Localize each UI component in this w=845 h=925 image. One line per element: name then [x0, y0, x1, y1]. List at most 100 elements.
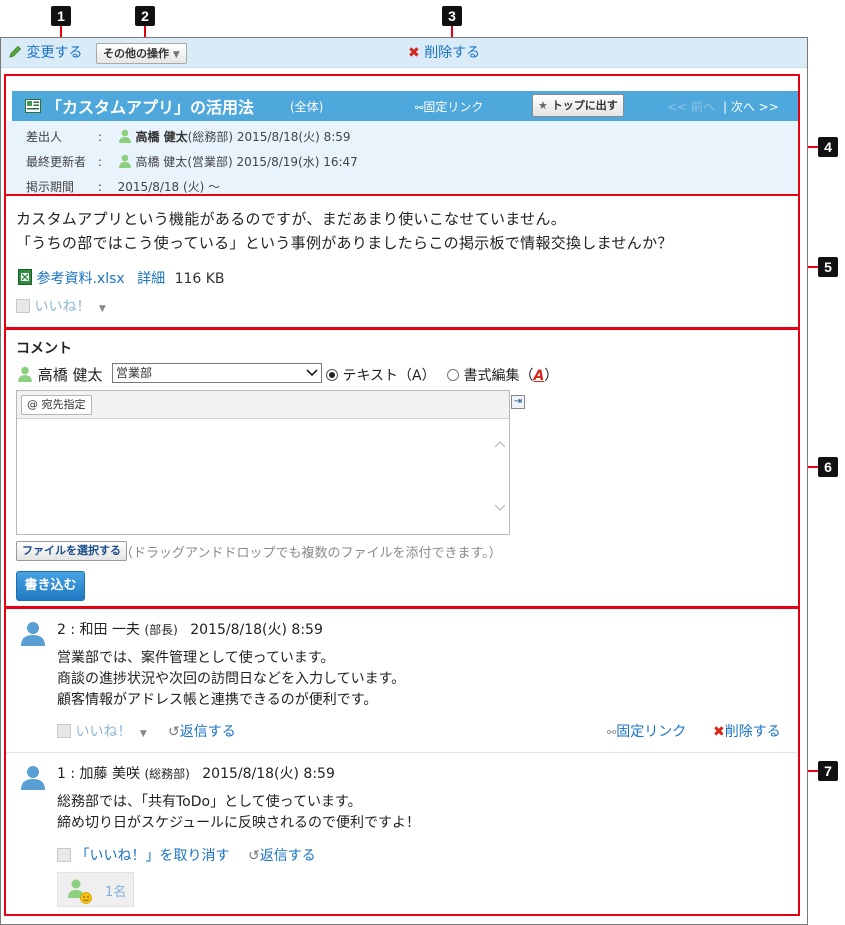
period-label: 掲示期間	[26, 180, 75, 194]
attachment-detail-link[interactable]: 詳細	[137, 271, 165, 287]
reply-label: 返信する	[259, 848, 316, 864]
sender-label: 差出人	[26, 130, 63, 144]
user-icon	[18, 366, 32, 382]
sender-name[interactable]: 高橋 健太	[135, 130, 187, 144]
colon: :	[97, 180, 102, 194]
message-body-line: 「うちの部ではこう使っている」という事例がありましたらこの掲示板で情報交換しませ…	[16, 234, 673, 252]
chevron-down-icon	[306, 369, 318, 377]
scroll-down-icon	[494, 504, 506, 511]
delete-label: 削除する	[424, 45, 481, 61]
comment-reply-button[interactable]: ↺返信する	[168, 721, 236, 741]
comment-divider	[6, 752, 797, 753]
file-drop-hint: （ドラッグアンドドロップでも複数のファイルを添付できます。）	[120, 546, 502, 561]
comment-date: 2015/8/18(火) 8:59	[190, 622, 323, 638]
callout-4: 4	[818, 137, 838, 157]
like-user-icon	[57, 848, 71, 862]
permalink-link[interactable]: ⚯固定リンク	[415, 98, 483, 115]
pin-top-button[interactable]: ★ トップに出す	[532, 94, 624, 117]
comment-line: 顧客情報がアドレス帳と連携できるのが便利です。	[57, 692, 378, 708]
updater-label: 最終更新者	[26, 155, 87, 169]
other-ops-button[interactable]: その他の操作 ▼	[96, 43, 187, 64]
comment-header: 2 : 和田 一夫 (部長) 2015/8/18(火) 8:59	[57, 619, 323, 639]
mode-text-radio[interactable]: テキスト（A）	[326, 365, 436, 385]
sender-org: (総務部)	[187, 130, 234, 144]
submit-comment-button[interactable]: 書き込む	[16, 571, 85, 601]
callout-7: 7	[818, 761, 838, 781]
like-count-box[interactable]: 1名	[57, 872, 134, 907]
mode-rich-label: 書式編集（	[463, 368, 534, 384]
prev-link: << 前へ	[667, 100, 715, 114]
comment-role: (総務部)	[144, 767, 190, 781]
callout-6: 6	[818, 457, 838, 477]
like-dropdown-icon[interactable]: ▼	[140, 729, 147, 739]
colon: :	[97, 130, 102, 144]
comment-reply-button[interactable]: ↺返信する	[248, 845, 316, 865]
comment-role: (部長)	[144, 623, 178, 637]
radio-checked-icon	[326, 369, 338, 381]
updater-date: 2015/8/19(水) 16:47	[236, 155, 358, 169]
comment-author-row: 高橋 健太	[17, 364, 103, 385]
excel-file-icon	[18, 269, 32, 285]
textarea-scrollbar[interactable]	[493, 427, 507, 521]
comment-author-name: 高橋 健太	[37, 366, 103, 384]
comment-heading: コメント	[16, 341, 72, 357]
dropdown-arrow-icon: ▼	[172, 50, 180, 60]
unlike-button[interactable]: 「いいね！」を取り消す	[75, 848, 229, 864]
user-icon	[118, 154, 131, 168]
file-select-button[interactable]: ファイルを選択する	[16, 541, 127, 561]
bulletin-icon	[25, 99, 41, 113]
callout-3: 3	[442, 6, 462, 26]
reply-icon: ↺	[248, 848, 260, 864]
comment-like-button[interactable]: いいね！	[75, 724, 131, 740]
org-select[interactable]: 営業部	[112, 363, 322, 383]
comment-like: いいね！ ▼	[57, 721, 147, 741]
liked-user-icon	[68, 879, 92, 904]
message-title-bar: 「カスタムアプリ」の活用法 (全体) ⚯固定リンク ★ トップに出す << 前へ…	[12, 91, 798, 121]
delete-button[interactable]: ✖ 削除する	[408, 38, 480, 68]
comment-editor-toolbar: @ 宛先指定	[17, 391, 509, 419]
rich-format-icon: A	[533, 368, 545, 384]
comment-textarea[interactable]: @ 宛先指定	[16, 390, 510, 535]
delete-label: 削除する	[724, 724, 781, 740]
colon: :	[97, 155, 102, 169]
mention-button[interactable]: @ 宛先指定	[21, 395, 92, 415]
comment-unlike: 「いいね！」を取り消す	[57, 845, 229, 865]
updater-name[interactable]: 高橋 健太	[135, 155, 187, 169]
comment-header: 1 : 加藤 美咲 (総務部) 2015/8/18(火) 8:59	[57, 763, 335, 783]
comment-body: 総務部では、「共有ToDo」として使っています。 締め切り日がスケジュールに反映…	[57, 792, 420, 834]
attachment-row: 参考資料.xlsx 詳細 116 KB	[18, 268, 225, 288]
link-chain-icon: ⚯	[607, 726, 617, 739]
updater-org: (営業部)	[187, 155, 233, 169]
comment-date: 2015/8/18(火) 8:59	[202, 766, 335, 782]
permalink-label: 固定リンク	[616, 724, 687, 740]
expand-editor-icon[interactable]: ⇥	[511, 395, 525, 409]
callout-5: 5	[818, 257, 838, 277]
mode-text-label: テキスト（A）	[342, 368, 436, 384]
message-title: 「カスタムアプリ」の活用法	[46, 98, 255, 117]
comment-line: 締め切り日がスケジュールに反映されるので便利ですよ！	[57, 815, 421, 831]
reply-icon: ↺	[168, 724, 180, 740]
comment-delete-button[interactable]: ✖削除する	[713, 721, 781, 741]
like-dropdown-icon[interactable]: ▼	[99, 304, 106, 314]
edit-label: 変更する	[26, 45, 83, 61]
comment-body: 営業部では、案件管理として使っています。 商談の進捗状況や次回の訪問日などを入力…	[57, 648, 405, 711]
other-ops-label: その他の操作	[103, 47, 169, 60]
attachment-size: 116 KB	[174, 271, 225, 287]
mode-rich-radio[interactable]: 書式編集（A）	[447, 365, 558, 385]
comment-author[interactable]: 1 : 加藤 美咲	[57, 766, 140, 782]
attachment-name[interactable]: 参考資料.xlsx	[36, 271, 124, 287]
pin-top-label: トップに出す	[551, 99, 618, 112]
next-link[interactable]: | 次へ >>	[723, 98, 779, 115]
message-body-line: カスタムアプリという機能があるのですが、まだあまり使いこなせていません。	[16, 210, 567, 228]
like-row: いいね！ ▼	[16, 296, 106, 316]
like-button[interactable]: いいね！	[34, 299, 90, 315]
edit-button[interactable]: 変更する	[9, 38, 82, 68]
pencil-icon	[9, 45, 22, 58]
like-user-icon	[57, 724, 71, 738]
comment-author[interactable]: 2 : 和田 一夫	[57, 622, 140, 638]
permalink-label: 固定リンク	[423, 100, 484, 114]
comment-permalink[interactable]: ⚯固定リンク	[607, 721, 686, 741]
comment-line: 総務部では、「共有ToDo」として使っています。	[57, 794, 362, 810]
avatar	[21, 622, 45, 646]
like-count[interactable]: 1名	[105, 881, 126, 900]
